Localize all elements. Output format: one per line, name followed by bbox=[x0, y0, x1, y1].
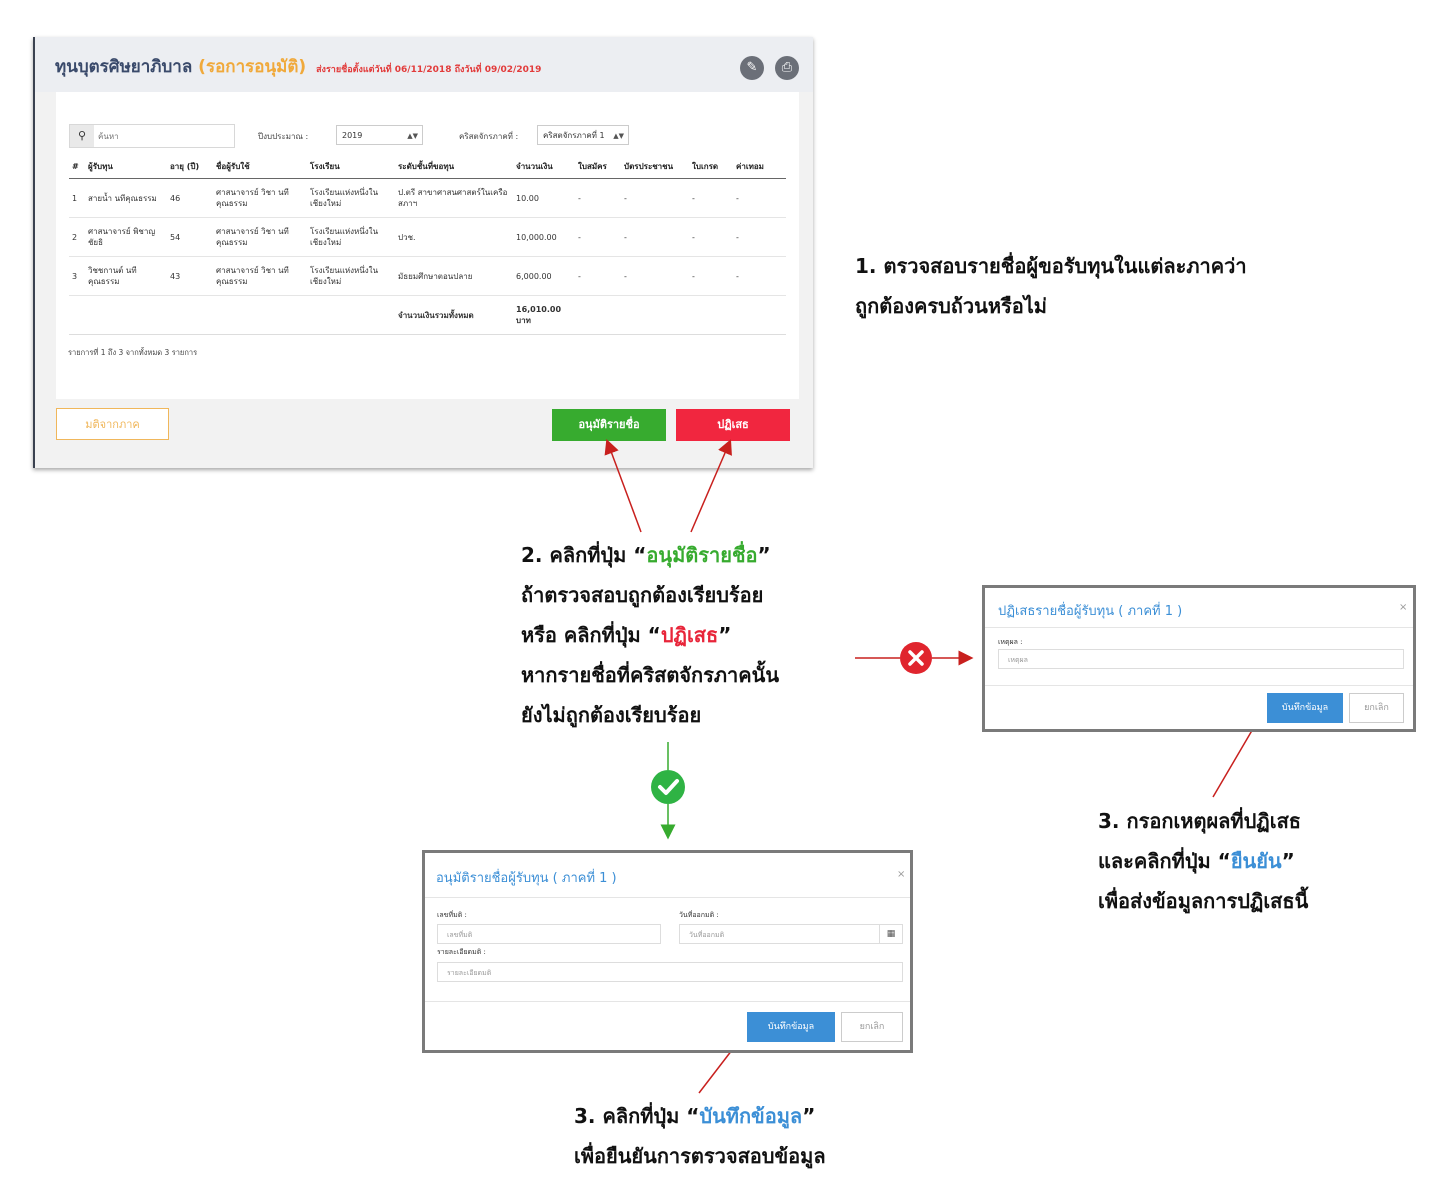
close-icon[interactable]: × bbox=[1399, 602, 1407, 613]
reject-save-button[interactable]: บันทึกข้อมูล bbox=[1267, 693, 1343, 723]
reject-cancel-button[interactable]: ยกเลิก bbox=[1349, 693, 1404, 723]
note-line: หากรายชื่อที่คริสตจักรภาคนั้น bbox=[521, 663, 780, 687]
note-text: หรือ คลิกที่ปุ่ม “ bbox=[521, 623, 661, 647]
note-highlight-save: บันทึกข้อมูล bbox=[699, 1104, 803, 1128]
date-input[interactable]: วันที่ออกมติ ▦ bbox=[679, 924, 903, 944]
note-text: ” bbox=[718, 623, 732, 647]
note-step-2: 2. คลิกที่ปุ่ม “อนุมัติรายชื่อ” ถ้าตรวจส… bbox=[521, 535, 779, 735]
reject-modal: ปฏิเสธรายชื่อผู้รับทุน ( ภาคที่ 1 ) × เห… bbox=[982, 585, 1416, 732]
approve-cancel-button[interactable]: ยกเลิก bbox=[841, 1012, 903, 1042]
resolution-label: เลขที่มติ : bbox=[437, 911, 467, 919]
note-line: ถูกต้องครบถ้วนหรือไม่ bbox=[855, 294, 1047, 318]
note-line: ถ้าตรวจสอบถูกต้องเรียบร้อย bbox=[521, 583, 764, 607]
note-line: ยังไม่ถูกต้องเรียบร้อย bbox=[521, 703, 702, 727]
divider bbox=[985, 627, 1413, 628]
note-line: 3. คลิกที่ปุ่ม “บันทึกข้อมูล” bbox=[574, 1096, 826, 1136]
reason-input[interactable]: เหตุผล bbox=[998, 649, 1404, 669]
resolution-input[interactable]: เลขที่มติ bbox=[437, 924, 661, 944]
date-placeholder: วันที่ออกมติ bbox=[689, 931, 725, 939]
note-step-3-reject: 3. กรอกเหตุผลที่ปฏิเสธ และคลิกที่ปุ่ม “ย… bbox=[1098, 801, 1308, 921]
note-line: เพื่อส่งข้อมูลการปฏิเสธนี้ bbox=[1098, 889, 1309, 913]
reject-modal-title: ปฏิเสธรายชื่อผู้รับทุน ( ภาคที่ 1 ) bbox=[998, 604, 1183, 619]
note-highlight-reject: ปฏิเสธ bbox=[660, 623, 719, 647]
approve-modal-title: อนุมัติรายชื่อผู้รับทุน ( ภาคที่ 1 ) bbox=[436, 871, 617, 886]
note-text: ” bbox=[802, 1104, 816, 1128]
note-step-1: 1. ตรวจสอบรายชื่อผู้ขอรับทุนในแต่ละภาคว่… bbox=[855, 246, 1247, 326]
note-highlight-confirm: ยืนยัน bbox=[1230, 849, 1282, 873]
note-text: ” bbox=[757, 543, 771, 567]
note-line: เพื่อยืนยันการตรวจสอบข้อมูล bbox=[574, 1144, 826, 1168]
note-line: 1. ตรวจสอบรายชื่อผู้ขอรับทุนในแต่ละภาคว่… bbox=[855, 254, 1247, 278]
note-highlight-approve: อนุมัติรายชื่อ bbox=[646, 543, 758, 567]
approve-check-icon bbox=[651, 770, 685, 804]
note-text: และคลิกที่ปุ่ม “ bbox=[1098, 849, 1231, 873]
reason-label: เหตุผล : bbox=[998, 638, 1023, 646]
calendar-icon[interactable]: ▦ bbox=[879, 924, 902, 944]
note-text: 3. คลิกที่ปุ่ม “ bbox=[574, 1104, 700, 1128]
arrow-to-approve bbox=[604, 438, 642, 533]
note-line: หรือ คลิกที่ปุ่ม “ปฏิเสธ” bbox=[521, 615, 779, 655]
approve-modal: อนุมัติรายชื่อผู้รับทุน ( ภาคที่ 1 ) × เ… bbox=[422, 850, 913, 1053]
note-line: และคลิกที่ปุ่ม “ยืนยัน” bbox=[1098, 841, 1308, 881]
divider bbox=[425, 897, 910, 898]
close-icon[interactable]: × bbox=[897, 869, 905, 880]
detail-label: รายละเอียดมติ : bbox=[437, 948, 486, 956]
approve-save-button[interactable]: บันทึกข้อมูล bbox=[747, 1012, 835, 1042]
note-text: 2. คลิกที่ปุ่ม “ bbox=[521, 543, 647, 567]
divider bbox=[985, 685, 1413, 686]
note-line: 3. กรอกเหตุผลที่ปฏิเสธ bbox=[1098, 809, 1301, 833]
detail-input[interactable]: รายละเอียดมติ bbox=[437, 962, 903, 982]
note-text: ” bbox=[1281, 849, 1295, 873]
arrow-to-reject bbox=[690, 439, 732, 533]
note-step-3-approve: 3. คลิกที่ปุ่ม “บันทึกข้อมูล” เพื่อยืนยั… bbox=[574, 1096, 826, 1176]
date-label: วันที่ออกมติ : bbox=[679, 911, 719, 919]
note-line: 2. คลิกที่ปุ่ม “อนุมัติรายชื่อ” bbox=[521, 535, 779, 575]
divider bbox=[425, 1001, 910, 1002]
